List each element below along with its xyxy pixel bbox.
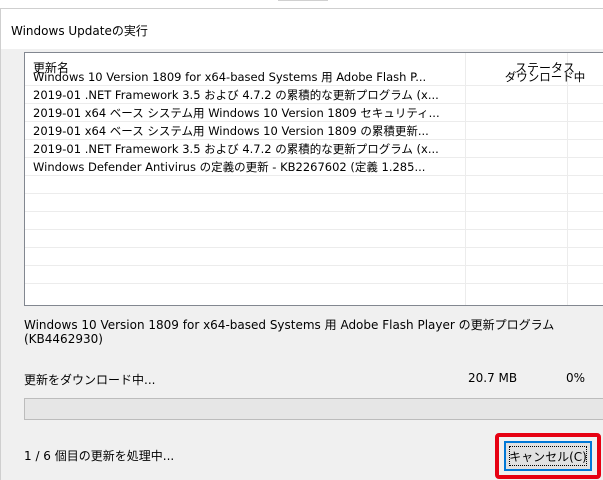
update-counter: 1 / 6 個目の更新を処理中... — [24, 449, 175, 463]
update-list[interactable]: 更新名 ステータス Windows 10 Version 1809 for x6… — [24, 52, 603, 306]
list-item-name: Windows Defender Antivirus の定義の更新 - KB22… — [33, 160, 426, 174]
cancel-button[interactable]: キャンセル(C) — [504, 441, 592, 471]
list-item[interactable]: 2019-01 .NET Framework 3.5 および 4.7.2 の累積… — [25, 139, 603, 158]
list-item[interactable]: 2019-01 x64 ベース システム用 Windows 10 Version… — [25, 121, 603, 140]
current-update-description: Windows 10 Version 1809 for x64-based Sy… — [24, 318, 555, 346]
list-item-name: Windows 10 Version 1809 for x64-based Sy… — [33, 70, 427, 84]
progress-bar — [24, 398, 603, 420]
list-item-name: 2019-01 x64 ベース システム用 Windows 10 Version… — [33, 124, 429, 138]
list-item[interactable]: 2019-01 .NET Framework 3.5 および 4.7.2 の累積… — [25, 85, 603, 104]
download-size: 20.7 MB — [468, 371, 518, 385]
empty-row — [25, 229, 603, 248]
title-bar[interactable]: Windows Updateの実行 — [1, 9, 603, 49]
list-item[interactable]: Windows 10 Version 1809 for x64-based Sy… — [25, 67, 603, 86]
cancel-button-label: キャンセル(C) — [509, 449, 587, 464]
list-item-status: ダウンロード中 — [504, 70, 586, 84]
list-item-name: 2019-01 .NET Framework 3.5 および 4.7.2 の累積… — [33, 142, 439, 156]
list-item[interactable]: Windows Defender Antivirus の定義の更新 - KB22… — [25, 157, 603, 176]
empty-row — [25, 247, 603, 266]
download-percent: 0% — [566, 371, 586, 385]
empty-row — [25, 193, 603, 212]
list-item-name: 2019-01 x64 ベース システム用 Windows 10 Version… — [33, 106, 440, 120]
dialog-title: Windows Updateの実行 — [11, 24, 148, 38]
empty-row — [25, 211, 603, 230]
list-item-name: 2019-01 .NET Framework 3.5 および 4.7.2 の累積… — [33, 88, 439, 102]
list-item[interactable]: 2019-01 x64 ベース システム用 Windows 10 Version… — [25, 103, 603, 122]
empty-row — [25, 265, 603, 284]
empty-row — [25, 175, 603, 194]
download-status-text: 更新をダウンロード中... — [24, 373, 156, 387]
